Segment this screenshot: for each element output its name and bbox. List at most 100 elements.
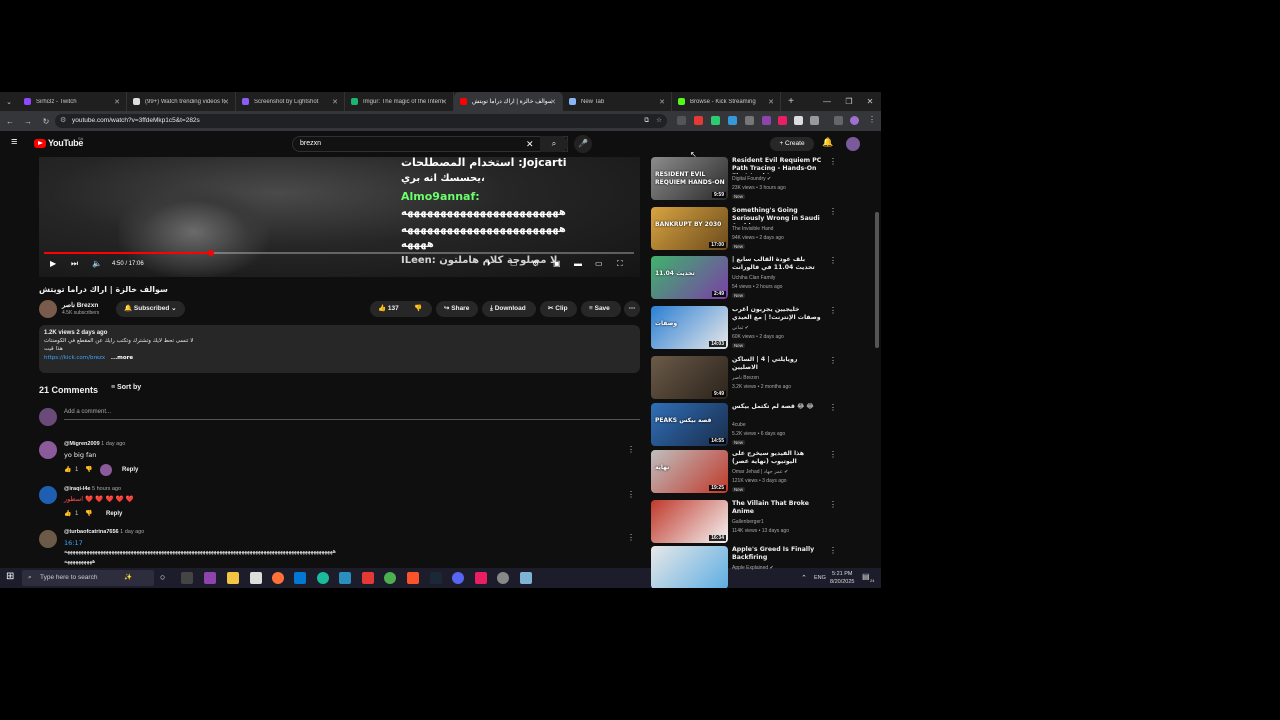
account-avatar[interactable] [846, 137, 860, 151]
recommendation-thumbnail[interactable]: وصفات 14:03 [651, 306, 728, 349]
outlook-icon[interactable] [294, 572, 306, 584]
download-button[interactable]: ⤓ Download [482, 301, 536, 317]
taskbar-app-icon[interactable] [204, 572, 216, 584]
extension-icon[interactable] [762, 116, 771, 125]
recommendation-channel[interactable]: Uchiha Clan Family [732, 275, 775, 281]
video-player[interactable]: استخدام المصطلحات :Jojcarti يحسسك انه بر… [39, 157, 640, 277]
browser-tab[interactable]: Screenshot by Lightshot ✕ [236, 92, 345, 111]
recommendation-title[interactable]: خليجيين يجربون أغرب وصفات الإنترنت! | مع… [732, 306, 824, 322]
browser-tab[interactable]: Browse - Kick Streaming ✕ [672, 92, 781, 111]
chrome-icon[interactable] [384, 572, 396, 584]
tab-close-icon[interactable]: ✕ [223, 98, 229, 106]
autoplay-toggle-icon[interactable]: ⏵ [487, 259, 491, 269]
recommendation-card[interactable]: وصفات 14:03 خليجيين يجربون أغرب وصفات الإن… [651, 306, 881, 351]
extension-icon[interactable] [794, 116, 803, 125]
recommendation-menu-icon[interactable]: ⋮ [829, 546, 837, 555]
recommendation-menu-icon[interactable]: ⋮ [829, 356, 837, 365]
firefox-icon[interactable] [272, 572, 284, 584]
recommendation-thumbnail[interactable]: 9:49 [651, 356, 728, 399]
next-icon[interactable]: ⏭ [71, 259, 78, 269]
task-view-icon[interactable] [181, 572, 193, 584]
recommendation-card[interactable]: PEAKS قصة بيكس 14:55 قصة لم تكتمل بيكس 😂 😂… [651, 403, 881, 448]
taskbar-app-icon[interactable] [339, 572, 351, 584]
steam-icon[interactable] [430, 572, 442, 584]
recommendation-channel[interactable]: Omar Jehad | عمر جهاد ✔ [732, 469, 788, 475]
commenter-avatar[interactable] [39, 530, 57, 548]
recommendation-title[interactable]: بلف عودة القالب سابع | تحديث 11.04 في فا… [732, 256, 824, 272]
reply-button[interactable]: Reply [106, 511, 122, 517]
voice-search-button[interactable]: 🎤 [574, 135, 592, 153]
comment-like-icon[interactable]: 👍 [64, 510, 71, 517]
tab-close-icon[interactable]: ✕ [332, 98, 338, 106]
site-info-icon[interactable]: ⚙ [60, 114, 66, 128]
subscribed-button[interactable]: 🔔 Subscribed ⌄ [116, 301, 185, 317]
recommendation-menu-icon[interactable]: ⋮ [829, 157, 837, 166]
extensions-puzzle-icon[interactable] [810, 116, 819, 125]
play-icon[interactable]: ▶ [50, 259, 56, 268]
obs-icon[interactable] [497, 572, 509, 584]
tab-close-icon[interactable]: ✕ [550, 98, 556, 106]
recommendation-title[interactable]: The Villain That Broke Anime [732, 500, 824, 516]
extension-icon[interactable] [778, 116, 787, 125]
tab-close-icon[interactable]: ✕ [441, 98, 447, 106]
taskbar-app-icon[interactable] [520, 572, 532, 584]
browser-tab[interactable]: New Tab ✕ [563, 92, 672, 111]
recommendation-channel[interactable]: Apple Explained ✔ [732, 565, 774, 571]
extension-icon[interactable] [677, 116, 686, 125]
recommendation-title[interactable]: قصة لم تكتمل بيكس 😂 😂 [732, 403, 824, 411]
taskbar-app-icon[interactable] [362, 572, 374, 584]
back-icon[interactable]: ← [2, 117, 18, 126]
more-actions-button[interactable]: ⋯ [624, 301, 640, 317]
recommendation-title[interactable]: رويايلتي | 4 | الساكن الاصليين [732, 356, 824, 372]
profile-avatar-icon[interactable] [850, 116, 859, 125]
recommendation-title[interactable]: Resident Evil Requiem PC Path Tracing - … [732, 157, 824, 174]
progress-bar[interactable] [44, 250, 634, 256]
guide-menu-icon[interactable]: ≡ [11, 136, 17, 148]
scrubber-handle[interactable] [207, 250, 214, 256]
miniplayer-icon[interactable]: ▣ [553, 259, 561, 268]
comment-dislike-icon[interactable]: 👎 [85, 510, 92, 517]
bookmark-star-icon[interactable]: ☆ [656, 114, 662, 128]
add-comment-input[interactable]: Add a comment... [64, 409, 640, 420]
recommendation-channel[interactable]: 4cube [732, 422, 746, 428]
comment-menu-icon[interactable]: ⋮ [627, 445, 635, 454]
description-link[interactable]: https://kick.com/brezx [44, 355, 105, 361]
sidebar-icon[interactable] [834, 116, 843, 125]
install-icon[interactable]: ⧉ [644, 114, 649, 128]
settings-gear-icon[interactable]: ⚙ [532, 259, 539, 268]
clear-search-icon[interactable]: ✕ [526, 137, 534, 151]
tab-close-icon[interactable]: ✕ [659, 98, 665, 106]
thumbs-up-icon[interactable]: 👍 [378, 305, 388, 312]
cortana-icon[interactable]: ○ [160, 572, 172, 584]
taskbar-app-icon[interactable] [250, 572, 262, 584]
like-dislike-button[interactable]: 👍 137 👎 [370, 301, 432, 317]
recommendation-channel[interactable]: Gallenberger1 [732, 519, 764, 525]
recommendation-menu-icon[interactable]: ⋮ [829, 403, 837, 412]
comment-like-icon[interactable]: 👍 [64, 466, 71, 473]
recommendation-menu-icon[interactable]: ⋮ [829, 500, 837, 509]
browser-tab[interactable]: (99+) Watch trending videos fo ✕ [127, 92, 236, 111]
forward-icon[interactable]: → [20, 117, 36, 126]
recommendation-card[interactable]: نهاية 19:25 هذا الفيديو سيخرج على اليوتيوب… [651, 450, 881, 495]
subtitles-icon[interactable]: ▭ [510, 259, 518, 268]
create-button[interactable]: + Create [770, 137, 814, 151]
commenter-avatar[interactable] [39, 486, 57, 504]
browser-tab[interactable]: Sirhi3z - Twitch ✕ [18, 92, 127, 111]
recommendation-thumbnail[interactable]: نهاية 19:25 [651, 450, 728, 493]
recommendation-card[interactable]: Apple's Greed Is Finally Backfiring Apple… [651, 546, 881, 588]
url-input[interactable]: ⚙ youtube.com/watch?v=3ffdeMkp1c5&t=282s… [55, 114, 667, 128]
tab-close-icon[interactable]: ✕ [114, 98, 120, 106]
channel-avatar[interactable] [39, 300, 57, 318]
recommendation-menu-icon[interactable]: ⋮ [829, 306, 837, 315]
search-button[interactable]: ⌕ [540, 136, 568, 152]
extension-icon[interactable] [711, 116, 720, 125]
recommendation-title[interactable]: هذا الفيديو سيخرج على اليوتيوب (نهاية عص… [732, 450, 824, 466]
comment-dislike-icon[interactable]: 👎 [85, 466, 92, 473]
discord-icon[interactable] [452, 572, 464, 584]
recommendation-thumbnail[interactable]: RESIDENT EVIL REQUIEM HANDS-ON 9:59 [651, 157, 728, 200]
minimize-icon[interactable]: — [816, 92, 838, 111]
search-input[interactable]: brezxn ✕ [292, 136, 568, 152]
maximize-icon[interactable]: ❐ [838, 92, 860, 111]
close-window-icon[interactable]: ✕ [859, 92, 881, 111]
comment-menu-icon[interactable]: ⋮ [627, 533, 635, 542]
